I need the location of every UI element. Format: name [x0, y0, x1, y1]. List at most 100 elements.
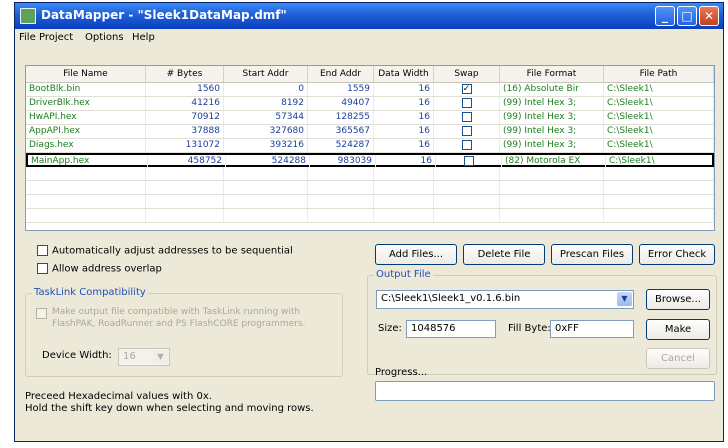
- auto-adjust-checkbox[interactable]: [37, 245, 48, 256]
- cell-start[interactable]: 0: [224, 83, 308, 96]
- empty-cell: [374, 181, 434, 194]
- make-button[interactable]: Make: [646, 319, 710, 340]
- cell-width[interactable]: 16: [374, 139, 434, 152]
- col-file-name[interactable]: File Name: [26, 66, 146, 82]
- cell-width[interactable]: 16: [374, 111, 434, 124]
- window-title: DataMapper - "Sleek1DataMap.dmf": [41, 8, 287, 22]
- output-path-select[interactable]: C:\Sleek1\Sleek1_v0.1.6.bin ▼: [376, 290, 634, 309]
- cell-file-name[interactable]: DriverBlk.hex: [26, 97, 146, 110]
- error-check-button[interactable]: Error Check: [639, 244, 715, 265]
- cell-end[interactable]: 128255: [308, 111, 374, 124]
- table-row[interactable]: [26, 209, 714, 223]
- empty-cell: [146, 181, 224, 194]
- cell-file-name[interactable]: HwAPI.hex: [26, 111, 146, 124]
- col-start-addr[interactable]: Start Addr: [224, 66, 308, 82]
- progress-bar: [375, 381, 715, 401]
- table-row[interactable]: BootBlk.bin 1560 0 1559 16 ✓ (16) Absolute Bir…: [26, 83, 714, 97]
- cell-width[interactable]: 16: [374, 125, 434, 138]
- empty-cell: [374, 167, 434, 180]
- empty-cell: [604, 209, 714, 222]
- cancel-button[interactable]: Cancel: [646, 348, 710, 369]
- cell-file-name[interactable]: Diags.hex: [26, 139, 146, 152]
- col-end-addr[interactable]: End Addr: [308, 66, 374, 82]
- cell-end[interactable]: 524287: [308, 139, 374, 152]
- cell-bytes[interactable]: 1560: [146, 83, 224, 96]
- cell-start[interactable]: 8192: [224, 97, 308, 110]
- empty-cell: [224, 167, 308, 180]
- tasklink-checkbox[interactable]: [36, 308, 47, 319]
- empty-cell: [308, 195, 374, 208]
- table-row[interactable]: [26, 195, 714, 209]
- minimize-button[interactable]: _: [655, 6, 675, 26]
- cell-end[interactable]: 1559: [308, 83, 374, 96]
- col-file-format[interactable]: File Format: [500, 66, 604, 82]
- maximize-button[interactable]: □: [677, 6, 697, 26]
- swap-checkbox[interactable]: [461, 139, 472, 150]
- cell-format[interactable]: (99) Intel Hex 3;: [500, 125, 604, 138]
- cell-start[interactable]: 327680: [224, 125, 308, 138]
- cell-path[interactable]: C:\Sleek1\: [604, 125, 714, 138]
- cell-end[interactable]: 365567: [308, 125, 374, 138]
- col-data-width[interactable]: Data Width: [374, 66, 434, 82]
- cell-path[interactable]: C:\Sleek1\: [604, 97, 714, 110]
- cell-start[interactable]: 57344: [224, 111, 308, 124]
- cell-file-name[interactable]: BootBlk.bin: [26, 83, 146, 96]
- close-button[interactable]: ✕: [699, 6, 719, 26]
- swap-checkbox[interactable]: [461, 111, 472, 122]
- size-input[interactable]: 1048576: [406, 320, 496, 338]
- cell-format[interactable]: (16) Absolute Bir: [500, 83, 604, 96]
- cell-bytes[interactable]: 41216: [146, 97, 224, 110]
- swap-checkbox[interactable]: [463, 155, 474, 166]
- cell-file-name[interactable]: AppAPI.hex: [26, 125, 146, 138]
- menu-file[interactable]: File: [19, 32, 36, 43]
- empty-cell: [26, 181, 146, 194]
- file-table[interactable]: File Name # Bytes Start Addr End Addr Da…: [25, 65, 715, 231]
- table-row[interactable]: HwAPI.hex 70912 57344 128255 16 (99) Intel He…: [26, 111, 714, 125]
- menu-help[interactable]: Help: [132, 32, 155, 43]
- empty-cell: [26, 209, 146, 222]
- col-file-path[interactable]: File Path: [604, 66, 714, 82]
- allow-overlap-option[interactable]: Allow address overlap: [37, 263, 162, 275]
- swap-checkbox[interactable]: [461, 125, 472, 136]
- fill-byte-label: Fill Byte:: [508, 323, 551, 334]
- delete-file-button[interactable]: Delete File: [463, 244, 545, 265]
- swap-checkbox[interactable]: [461, 97, 472, 108]
- cell-bytes[interactable]: 131072: [146, 139, 224, 152]
- cell-path[interactable]: C:\Sleek1\: [604, 139, 714, 152]
- menu-options[interactable]: Options: [85, 32, 124, 43]
- device-width-value: 16: [123, 351, 136, 362]
- cell-end[interactable]: 49407: [308, 97, 374, 110]
- cell-format[interactable]: (99) Intel Hex 3;: [500, 97, 604, 110]
- cell-format[interactable]: (99) Intel Hex 3;: [500, 139, 604, 152]
- col-swap[interactable]: Swap: [434, 66, 500, 82]
- table-row[interactable]: Diags.hex 131072 393216 524287 16 (99) Intel …: [26, 139, 714, 153]
- table-row[interactable]: [26, 181, 714, 195]
- title-bar[interactable]: DataMapper - "Sleek1DataMap.dmf" _ □ ✕: [15, 3, 723, 29]
- table-row[interactable]: [26, 167, 714, 181]
- swap-checkbox[interactable]: ✓: [461, 83, 472, 94]
- cell-path[interactable]: C:\Sleek1\: [604, 111, 714, 124]
- cell-width[interactable]: 16: [374, 83, 434, 96]
- cell-start[interactable]: 393216: [224, 139, 308, 152]
- auto-adjust-option[interactable]: Automatically adjust addresses to be seq…: [37, 245, 293, 257]
- prescan-files-button[interactable]: Prescan Files: [551, 244, 633, 265]
- fill-byte-input[interactable]: 0xFF: [550, 320, 634, 338]
- table-row[interactable]: DriverBlk.hex 41216 8192 49407 16 (99) Intel …: [26, 97, 714, 111]
- allow-overlap-checkbox[interactable]: [37, 263, 48, 274]
- cell-width[interactable]: 16: [374, 97, 434, 110]
- swap-cell: [434, 125, 500, 138]
- add-files-button[interactable]: Add Files...: [375, 244, 457, 265]
- device-width-select[interactable]: 16 ▼: [118, 348, 170, 366]
- progress-label: Progress...: [375, 367, 428, 378]
- table-row[interactable]: MainApp.hex 458752 524288 983039 16 (82) Moto…: [26, 153, 714, 168]
- cell-format[interactable]: (99) Intel Hex 3;: [500, 111, 604, 124]
- cell-path[interactable]: C:\Sleek1\: [604, 83, 714, 96]
- col-bytes[interactable]: # Bytes: [146, 66, 224, 82]
- cell-bytes[interactable]: 70912: [146, 111, 224, 124]
- size-label: Size:: [378, 323, 402, 334]
- table-row[interactable]: AppAPI.hex 37888 327680 365567 16 (99) Intel …: [26, 125, 714, 139]
- cell-bytes[interactable]: 37888: [146, 125, 224, 138]
- browse-button[interactable]: Browse...: [646, 289, 710, 310]
- empty-cell: [434, 181, 500, 194]
- menu-project[interactable]: Project: [39, 32, 73, 43]
